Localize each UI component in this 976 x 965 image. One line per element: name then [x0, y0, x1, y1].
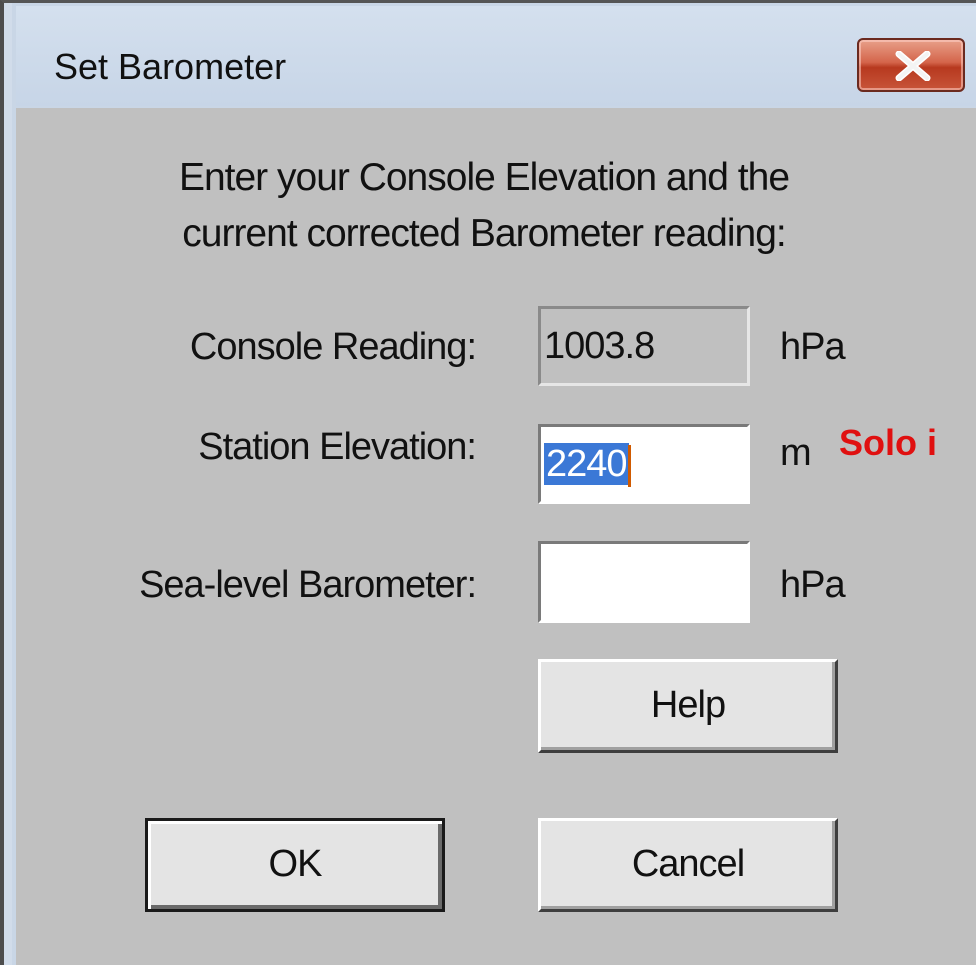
help-button[interactable]: Help — [538, 659, 838, 753]
console-reading-value: 1003.8 — [544, 325, 655, 367]
set-barometer-dialog: Set Barometer Enter your Console Elevati… — [0, 0, 976, 965]
station-elevation-value: 2240 — [544, 443, 629, 485]
sea-level-barometer-input[interactable] — [538, 541, 750, 623]
sea-level-barometer-unit: hPa — [780, 564, 846, 606]
window-title: Set Barometer — [54, 46, 287, 87]
console-reading-field: 1003.8 — [538, 306, 750, 386]
console-reading-label: Console Reading: — [189, 326, 477, 368]
station-elevation-unit: m — [780, 432, 812, 474]
instruction-line-2: current corrected Barometer reading: — [182, 212, 786, 255]
cancel-button[interactable]: Cancel — [538, 818, 838, 912]
sea-level-barometer-label: Sea-level Barometer: — [139, 564, 477, 606]
title-bar[interactable]: Set Barometer — [16, 6, 976, 106]
station-elevation-input[interactable]: 2240 — [538, 424, 750, 504]
close-icon — [895, 51, 931, 81]
ok-button[interactable]: OK — [145, 818, 445, 912]
instruction-line-1: Enter your Console Elevation and the — [178, 156, 790, 199]
close-button[interactable] — [857, 38, 965, 92]
console-reading-unit: hPa — [780, 326, 846, 368]
text-caret — [627, 444, 631, 487]
annotation-text: Solo i — [839, 422, 937, 463]
station-elevation-label: Station Elevation: — [198, 426, 477, 468]
dialog-client-area: Enter your Console Elevation and the cur… — [16, 108, 976, 965]
